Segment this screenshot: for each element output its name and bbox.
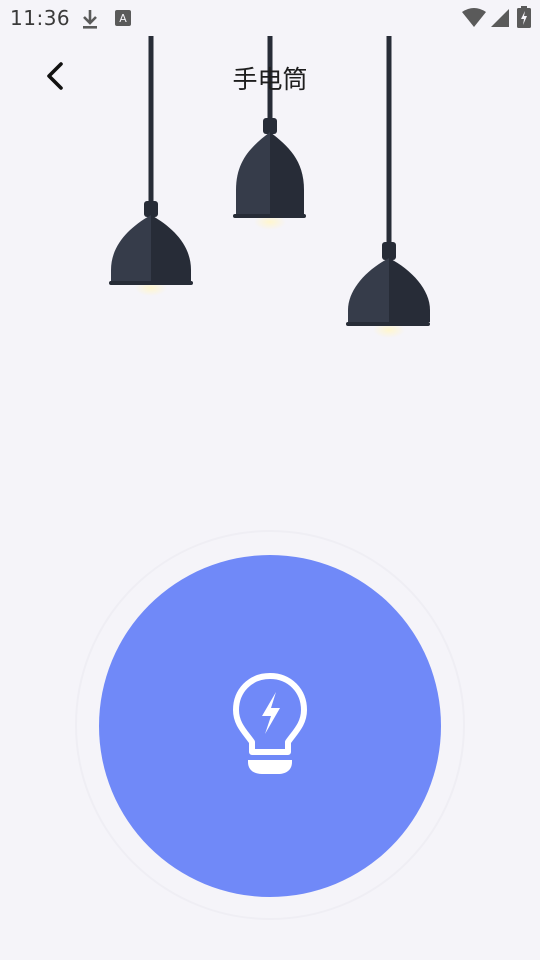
- flashlight-toggle-button[interactable]: [99, 555, 441, 897]
- keyboard-a-icon: A: [115, 10, 131, 26]
- battery-charging-icon: [517, 6, 531, 28]
- download-icon: [83, 10, 97, 29]
- status-time: 11:36: [10, 6, 71, 30]
- lightbulb-bolt-icon: [233, 673, 307, 774]
- pendant-lamps-illustration: [109, 36, 430, 338]
- svg-text:A: A: [119, 12, 127, 25]
- page-title: 手电筒: [232, 65, 308, 94]
- status-bar: 11:36 A: [0, 0, 540, 36]
- cellular-signal-icon: [491, 9, 509, 27]
- wifi-icon: [462, 8, 486, 27]
